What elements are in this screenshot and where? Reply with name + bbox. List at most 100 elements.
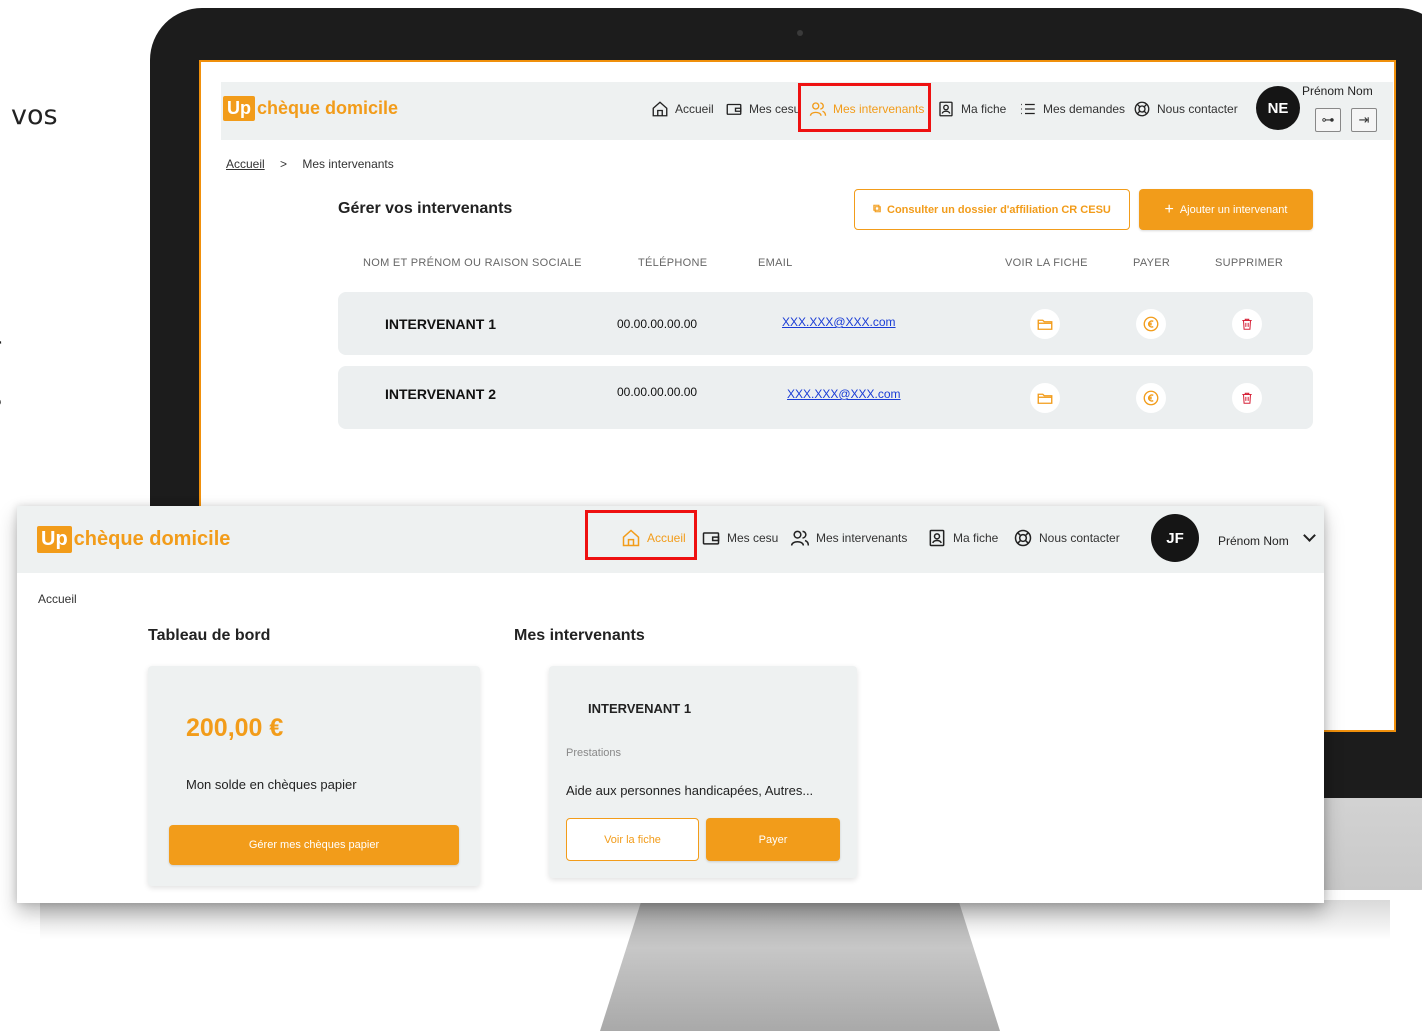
add-intervenant-button[interactable]: + Ajouter un intervenant [1139,189,1313,230]
breadcrumb: Accueil [38,592,77,606]
view-fiche-button[interactable]: Voir la fiche [566,818,699,861]
manage-cheques-label: Gérer mes chèques papier [248,839,380,851]
trash-icon [1242,318,1252,330]
nav-label: Nous contacter [1039,531,1120,545]
balance-amount: 200,00 € [186,714,284,742]
row-email[interactable]: XXX.XXX@XXX.com [782,315,896,329]
avatar[interactable]: NE [1256,86,1300,130]
camera-dot [797,30,803,36]
nav-label: Mes cesu [749,102,801,116]
folder-icon [1037,319,1053,330]
breadcrumb-separator: > [280,157,288,171]
avatar[interactable]: JF [1151,514,1199,562]
logo-brand: chèque domicile [73,528,231,550]
nav-item-mes-intervenants[interactable]: Mes intervenants [790,528,907,548]
consult-affiliation-button[interactable]: ⧉ Consulter un dossier d'affiliation CR … [854,189,1130,230]
table-row: INTERVENANT 1 00.00.00.00.00 XXX.XXX@XXX… [338,292,1313,355]
add-label: Ajouter un intervenant [1179,203,1288,216]
balance-label: Mon solde en chèques papier [186,777,357,792]
nav-label: Ma fiche [961,102,1007,116]
logout-icon: ⇥ [1358,112,1370,127]
row-name: INTERVENANT 2 [385,386,496,402]
pay-button[interactable] [1136,309,1166,339]
lifebuoy-icon [1134,101,1150,117]
breadcrumb: Accueil > Mes intervenants [226,157,394,171]
id-card-icon [929,529,945,547]
section-title: Gérer vos intervenants [338,200,513,217]
pay-label: Payer [758,833,788,846]
logo[interactable]: Up chèque domicile [37,526,230,553]
prestations-value: Aide aux personnes handicapées, Autres..… [566,783,814,798]
pay-button[interactable]: Payer [706,818,840,861]
nav-label: Mes demandes [1043,102,1126,116]
intervenants-title: Mes intervenants [514,627,645,644]
balance-card: 200,00 € Mon solde en chèques papier Gér… [148,666,480,886]
breadcrumb-home[interactable]: Accueil [226,157,265,171]
col-header-pay: PAYER [1133,257,1171,269]
consult-label: Consulter un dossier d'affiliation CR CE… [887,203,1111,216]
logout-button[interactable]: ⇥ [1351,108,1377,132]
home-icon [652,101,668,117]
euro-icon [1143,316,1159,332]
nav-label: Ma fiche [953,531,999,545]
plus-icon: + [1164,200,1174,218]
nav-label: Mes cesu [727,531,779,545]
table-row: INTERVENANT 2 00.00.00.00.00 XXX.XXX@XXX… [338,366,1313,429]
wallet-icon [702,532,720,545]
manage-cheques-button[interactable]: Gérer mes chèques papier [169,825,459,865]
highlight-box [798,83,931,132]
delete-button[interactable] [1232,383,1262,413]
row-name: INTERVENANT 1 [385,316,496,332]
breadcrumb-current: Mes intervenants [302,157,394,171]
col-header-name: NOM ET PRÉNOM OU RAISON SOCIALE [363,257,582,269]
logo-up: Up [223,96,255,121]
view-fiche-button[interactable] [1030,383,1060,413]
folder-icon [1037,393,1053,404]
id-card-icon [939,101,953,117]
users-icon [790,530,810,546]
nav-item-mes-demandes[interactable]: Mes demandes [1019,100,1125,118]
edge-text: s [0,382,2,413]
key-button[interactable]: ⊶ [1315,108,1341,132]
edge-text: vos [11,100,58,131]
nav-item-mes-cesu[interactable]: Mes cesu [701,528,778,548]
key-icon: ⊶ [1321,112,1335,127]
euro-icon [1143,390,1159,406]
intervenant-card: INTERVENANT 1 Prestations Aide aux perso… [549,666,857,878]
logo[interactable]: Up chèque domicile [223,96,398,121]
nav-label: Nous contacter [1157,102,1238,116]
col-header-phone: TÉLÉPHONE [638,257,708,269]
user-name[interactable]: Prénom Nom [1218,534,1289,548]
col-header-email: EMAIL [758,257,793,269]
pay-button[interactable] [1136,383,1166,413]
nav-item-ma-fiche[interactable]: Ma fiche [937,100,1006,118]
nav-label: Accueil [675,102,714,116]
delete-button[interactable] [1232,309,1262,339]
front-screen: Up chèque domicile Accueil Mes cesu Mes … [17,506,1324,903]
view-fiche-button[interactable] [1030,309,1060,339]
row-email[interactable]: XXX.XXX@XXX.com [787,387,901,401]
dashboard-title: Tableau de bord [148,627,271,644]
nav-item-mes-cesu[interactable]: Mes cesu [725,100,800,118]
nav-item-nous-contacter[interactable]: Nous contacter [1013,528,1120,548]
nav-label: Mes intervenants [816,531,908,545]
user-name: Prénom Nom [1302,84,1373,98]
row-phone: 00.00.00.00.00 [617,385,698,399]
trash-icon [1242,392,1252,404]
prestations-label: Prestations [566,747,622,759]
view-fiche-label: Voir la fiche [604,833,661,846]
edge-text: r [0,332,1,363]
wallet-icon [726,103,742,115]
stage: vos r s Up chèque domicile Accueil Mes c… [0,0,1422,1031]
nav-item-accueil[interactable]: Accueil [651,100,714,118]
intervenant-name: INTERVENANT 1 [588,701,692,716]
logo-brand: chèque domicile [257,98,399,118]
lifebuoy-icon [1014,529,1032,547]
logo-up: Up [37,526,72,553]
row-phone: 00.00.00.00.00 [617,317,698,331]
col-header-delete: SUPPRIMER [1215,257,1284,269]
nav-item-ma-fiche[interactable]: Ma fiche [927,528,998,548]
nav-item-nous-contacter[interactable]: Nous contacter [1133,100,1238,118]
col-header-view: VOIR LA FICHE [1005,257,1088,269]
highlight-box [585,510,697,560]
